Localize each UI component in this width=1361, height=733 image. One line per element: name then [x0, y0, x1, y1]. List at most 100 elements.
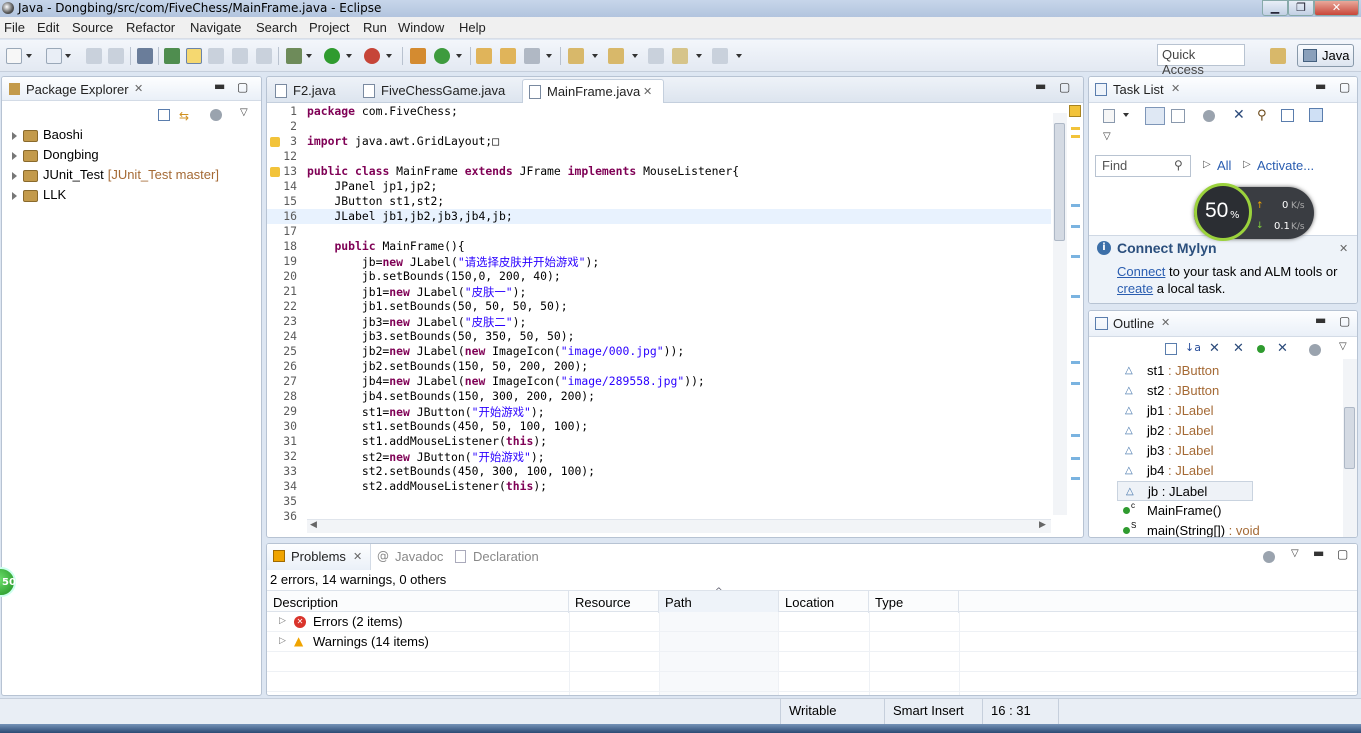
activate-link[interactable]: Activate...: [1257, 158, 1314, 173]
overview-marker[interactable]: [1071, 361, 1080, 364]
link-with-editor-icon[interactable]: ⇆: [179, 109, 193, 123]
back-icon[interactable]: [672, 48, 688, 64]
maximize-button[interactable]: ❐: [1288, 0, 1314, 16]
hide-nonpublic-icon[interactable]: [1257, 345, 1265, 353]
collapse-all-icon[interactable]: [1281, 109, 1294, 122]
new-icon[interactable]: [6, 48, 22, 64]
link-icon[interactable]: [1309, 108, 1323, 122]
overview-warning-icon[interactable]: [1069, 105, 1081, 117]
outline-title[interactable]: Outline: [1113, 316, 1154, 331]
external-tools-dropdown-icon[interactable]: [386, 54, 392, 58]
tab-javadoc[interactable]: @ Javadoc: [375, 544, 455, 570]
tree-item-baoshi[interactable]: Baoshi: [12, 127, 83, 147]
view-menu-icon[interactable]: ▽: [1103, 131, 1111, 142]
outline-item-jb2[interactable]: △ jb2 : JLabel: [1125, 421, 1260, 441]
menu-run[interactable]: Run: [363, 20, 387, 35]
view-menu-icon[interactable]: ▽: [1339, 341, 1347, 352]
overview-marker[interactable]: [1071, 295, 1080, 298]
expand-arrow-icon[interactable]: [12, 191, 17, 200]
expand-arrow-icon[interactable]: [12, 171, 17, 180]
new-type-dropdown-icon[interactable]: [65, 54, 71, 58]
create-link[interactable]: create: [1117, 281, 1153, 296]
new-java-class-icon[interactable]: [434, 48, 450, 64]
expand-arrow-icon[interactable]: ▷: [279, 616, 286, 626]
overview-marker[interactable]: [1071, 477, 1080, 480]
task-find-input[interactable]: Find ⚲: [1095, 155, 1191, 177]
outline-item-main[interactable]: Smain(String[]) : void: [1123, 521, 1260, 537]
minimize-view-icon[interactable]: ▬: [1315, 79, 1326, 93]
new-task-dropdown-icon[interactable]: [1123, 113, 1129, 117]
connect-link[interactable]: Connect: [1117, 264, 1165, 279]
tree-item-llk[interactable]: LLK: [12, 187, 66, 207]
status-insert-mode[interactable]: Smart Insert: [884, 699, 982, 725]
focus-on-task-icon[interactable]: [210, 109, 222, 121]
external-tools-icon[interactable]: [364, 48, 380, 64]
menu-edit[interactable]: Edit: [37, 20, 59, 35]
network-speed-widget[interactable]: 50 % ↑ 0 K/s ↓ 0.1 K/s: [1194, 183, 1314, 241]
new-dropdown-icon[interactable]: [26, 54, 32, 58]
word-wrap-icon[interactable]: [232, 48, 248, 64]
overview-marker[interactable]: [1071, 135, 1080, 138]
debug-dropdown-icon[interactable]: [306, 54, 312, 58]
forward-icon[interactable]: [712, 48, 728, 64]
save-icon[interactable]: [86, 48, 102, 64]
next-annotation-dropdown-icon[interactable]: [592, 54, 598, 58]
close-button[interactable]: ✕: [1314, 0, 1359, 16]
focus-icon[interactable]: [1263, 551, 1275, 563]
next-annotation-icon[interactable]: [568, 48, 584, 64]
hide-static-icon[interactable]: ✕: [1233, 341, 1244, 356]
editor-scroll-thumb[interactable]: [1054, 123, 1065, 241]
synchronize-icon[interactable]: ⚲: [1257, 108, 1267, 123]
sort-icon[interactable]: ↓a: [1185, 341, 1201, 354]
outline-item-jb4[interactable]: △ jb4 : JLabel: [1125, 461, 1260, 481]
tab-fivechessgame-java[interactable]: FiveChessGame.java: [357, 79, 523, 103]
close-view-icon[interactable]: ✕: [1171, 82, 1180, 95]
maximize-view-icon[interactable]: ▢: [1339, 80, 1350, 94]
close-view-icon[interactable]: ✕: [134, 82, 143, 95]
tree-item-junit-test[interactable]: JUnit_Test [JUnit_Test master]: [12, 167, 219, 187]
tab-f2-java[interactable]: F2.java: [269, 79, 359, 103]
tab-declaration[interactable]: Declaration: [453, 544, 553, 570]
collapse-all-icon[interactable]: [158, 109, 170, 121]
code-editor[interactable]: 1 package com.FiveChess; 2 3 import java.a…: [267, 104, 1051, 523]
problems-row-warnings[interactable]: ▷ ▲ Warnings (14 items): [267, 632, 1357, 652]
menu-navigate[interactable]: Navigate: [190, 20, 241, 35]
tab-problems[interactable]: Problems ✕: [267, 544, 371, 570]
new-java-project-icon[interactable]: [410, 48, 426, 64]
tab-mainframe-java[interactable]: MainFrame.java ✕: [522, 79, 664, 103]
expand-arrow-icon[interactable]: [12, 151, 17, 160]
expand-arrow-icon[interactable]: ▷: [279, 636, 286, 646]
minimize-view-icon[interactable]: ▬: [1313, 546, 1324, 560]
java-perspective-button[interactable]: Java: [1297, 44, 1354, 67]
block-selection-icon[interactable]: [208, 48, 224, 64]
open-perspective-icon[interactable]: [1270, 48, 1286, 64]
close-view-icon[interactable]: ✕: [353, 550, 362, 563]
maximize-view-icon[interactable]: ▢: [1339, 314, 1350, 328]
mark-occurrences-icon[interactable]: [186, 48, 202, 64]
menu-project[interactable]: Project: [309, 20, 349, 35]
problems-row-errors[interactable]: ▷ ✕ Errors (2 items): [267, 612, 1357, 632]
minimize-view-icon[interactable]: ▬: [1315, 313, 1326, 327]
search-icon[interactable]: [524, 48, 540, 64]
expand-arrow-icon[interactable]: [12, 131, 17, 140]
outline-item-jb-selected[interactable]: △ jb : JLabel: [1117, 481, 1253, 501]
overview-marker[interactable]: [1071, 127, 1080, 130]
scroll-right-icon[interactable]: ▶: [1039, 520, 1046, 530]
skip-breakpoints-icon[interactable]: [137, 48, 153, 64]
collapse-all-icon[interactable]: [1165, 343, 1177, 355]
editor-horizontal-scrollbar[interactable]: ◀ ▶: [307, 519, 1051, 533]
menu-search[interactable]: Search: [256, 20, 297, 35]
hide-completed-icon[interactable]: ✕: [1233, 107, 1245, 123]
outline-item-mainframe[interactable]: c MainFrame(): [1123, 501, 1260, 521]
find-search-icon[interactable]: ⚲: [1174, 158, 1183, 172]
categorized-icon[interactable]: [1145, 107, 1165, 125]
open-type-icon[interactable]: [164, 48, 180, 64]
run-icon[interactable]: [324, 48, 340, 64]
close-view-icon[interactable]: ✕: [1161, 316, 1170, 329]
new-type-icon[interactable]: [46, 48, 62, 64]
column-resource[interactable]: Resource: [569, 591, 659, 613]
close-mylyn-icon[interactable]: ✕: [1339, 242, 1348, 255]
search-dropdown-icon[interactable]: [546, 54, 552, 58]
quick-access-input[interactable]: Quick Access: [1157, 44, 1245, 77]
overview-marker[interactable]: [1071, 204, 1080, 207]
